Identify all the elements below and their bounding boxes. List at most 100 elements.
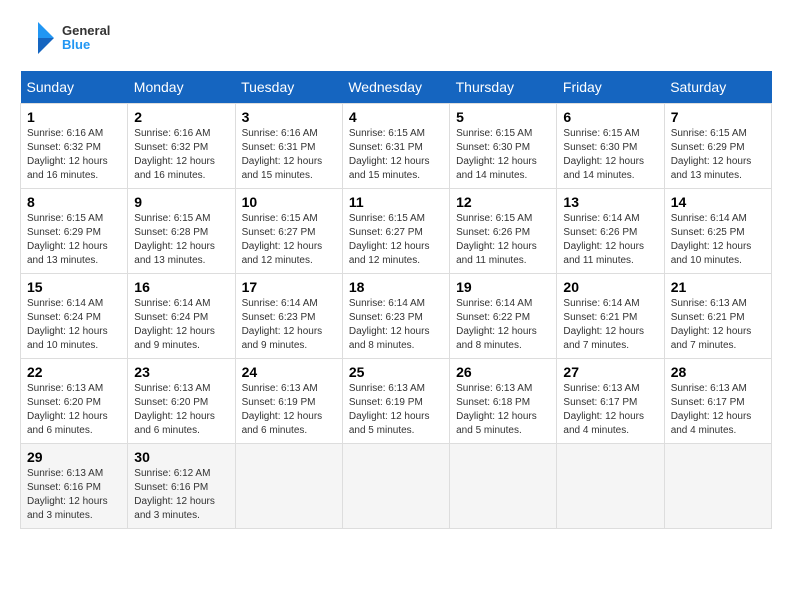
calendar-cell: 11Sunrise: 6:15 AMSunset: 6:27 PMDayligh… — [342, 189, 449, 274]
cell-info: Sunrise: 6:13 AMSunset: 6:16 PMDaylight:… — [27, 467, 121, 523]
calendar-cell: 5 Sunrise: 6:15 AMSunset: 6:30 PMDaylight… — [450, 104, 557, 189]
cell-info: Sunrise: 6:13 AMSunset: 6:18 PMDaylight:… — [456, 382, 550, 438]
logo-svg — [20, 20, 56, 56]
calendar-table: SundayMondayTuesdayWednesdayThursdayFrid… — [20, 71, 772, 529]
day-number: 15 — [27, 279, 121, 295]
calendar-cell: 16 Sunrise: 6:14 AMSunset: 6:24 PMDayligh… — [128, 274, 235, 359]
week-row-2: 8Sunrise: 6:15 AMSunset: 6:29 PMDaylight… — [21, 189, 772, 274]
day-number: 28 — [671, 364, 765, 380]
day-number: 5 — [456, 109, 550, 125]
calendar-cell: 27 Sunrise: 6:13 AMSunset: 6:17 PMDayligh… — [557, 359, 664, 444]
calendar-cell: 22 Sunrise: 6:13 AMSunset: 6:20 PMDayligh… — [21, 359, 128, 444]
header-row: SundayMondayTuesdayWednesdayThursdayFrid… — [21, 71, 772, 104]
day-number: 13 — [563, 194, 657, 210]
day-number: 4 — [349, 109, 443, 125]
header-saturday: Saturday — [664, 71, 771, 104]
cell-info: Sunrise: 6:15 AMSunset: 6:29 PMDaylight:… — [27, 212, 121, 268]
cell-info: Sunrise: 6:14 AMSunset: 6:24 PMDaylight:… — [27, 297, 121, 353]
cell-info: Sunrise: 6:14 AMSunset: 6:26 PMDaylight:… — [563, 212, 657, 268]
logo-blue: Blue — [62, 38, 110, 52]
cell-info: Sunrise: 6:15 AMSunset: 6:30 PMDaylight:… — [563, 127, 657, 183]
cell-info: Sunrise: 6:14 AMSunset: 6:23 PMDaylight:… — [242, 297, 336, 353]
calendar-cell: 24Sunrise: 6:13 AMSunset: 6:19 PMDayligh… — [235, 359, 342, 444]
calendar-cell: 2 Sunrise: 6:16 AMSunset: 6:32 PMDaylight… — [128, 104, 235, 189]
cell-info: Sunrise: 6:14 AMSunset: 6:24 PMDaylight:… — [134, 297, 228, 353]
calendar-cell: 25 Sunrise: 6:13 AMSunset: 6:19 PMDayligh… — [342, 359, 449, 444]
cell-info: Sunrise: 6:12 AMSunset: 6:16 PMDaylight:… — [134, 467, 228, 523]
day-number: 9 — [134, 194, 228, 210]
cell-info: Sunrise: 6:15 AMSunset: 6:26 PMDaylight:… — [456, 212, 550, 268]
cell-info: Sunrise: 6:15 AMSunset: 6:28 PMDaylight:… — [134, 212, 228, 268]
calendar-cell: 3 Sunrise: 6:16 AMSunset: 6:31 PMDaylight… — [235, 104, 342, 189]
cell-info: Sunrise: 6:13 AMSunset: 6:19 PMDaylight:… — [349, 382, 443, 438]
cell-info: Sunrise: 6:14 AMSunset: 6:21 PMDaylight:… — [563, 297, 657, 353]
header-friday: Friday — [557, 71, 664, 104]
day-number: 20 — [563, 279, 657, 295]
calendar-cell: 26 Sunrise: 6:13 AMSunset: 6:18 PMDayligh… — [450, 359, 557, 444]
day-number: 26 — [456, 364, 550, 380]
cell-info: Sunrise: 6:16 AMSunset: 6:32 PMDaylight:… — [27, 127, 121, 183]
day-number: 14 — [671, 194, 765, 210]
day-number: 17 — [242, 279, 336, 295]
calendar-cell — [557, 444, 664, 529]
header-sunday: Sunday — [21, 71, 128, 104]
calendar-cell: 14 Sunrise: 6:14 AMSunset: 6:25 PMDayligh… — [664, 189, 771, 274]
day-number: 27 — [563, 364, 657, 380]
day-number: 16 — [134, 279, 228, 295]
header-wednesday: Wednesday — [342, 71, 449, 104]
calendar-cell: 7 Sunrise: 6:15 AMSunset: 6:29 PMDaylight… — [664, 104, 771, 189]
cell-info: Sunrise: 6:13 AMSunset: 6:21 PMDaylight:… — [671, 297, 765, 353]
calendar-cell — [664, 444, 771, 529]
cell-info: Sunrise: 6:15 AMSunset: 6:30 PMDaylight:… — [456, 127, 550, 183]
day-number: 29 — [27, 449, 121, 465]
cell-info: Sunrise: 6:16 AMSunset: 6:32 PMDaylight:… — [134, 127, 228, 183]
calendar-cell: 29 Sunrise: 6:13 AMSunset: 6:16 PMDayligh… — [21, 444, 128, 529]
day-number: 18 — [349, 279, 443, 295]
cell-info: Sunrise: 6:13 AMSunset: 6:20 PMDaylight:… — [134, 382, 228, 438]
calendar-cell: 9 Sunrise: 6:15 AMSunset: 6:28 PMDaylight… — [128, 189, 235, 274]
cell-info: Sunrise: 6:15 AMSunset: 6:27 PMDaylight:… — [349, 212, 443, 268]
header-tuesday: Tuesday — [235, 71, 342, 104]
cell-info: Sunrise: 6:14 AMSunset: 6:22 PMDaylight:… — [456, 297, 550, 353]
day-number: 12 — [456, 194, 550, 210]
day-number: 25 — [349, 364, 443, 380]
cell-info: Sunrise: 6:13 AMSunset: 6:17 PMDaylight:… — [563, 382, 657, 438]
cell-info: Sunrise: 6:15 AMSunset: 6:29 PMDaylight:… — [671, 127, 765, 183]
calendar-cell: 18Sunrise: 6:14 AMSunset: 6:23 PMDayligh… — [342, 274, 449, 359]
cell-info: Sunrise: 6:13 AMSunset: 6:20 PMDaylight:… — [27, 382, 121, 438]
calendar-cell — [450, 444, 557, 529]
calendar-cell: 30 Sunrise: 6:12 AMSunset: 6:16 PMDayligh… — [128, 444, 235, 529]
calendar-cell: 8Sunrise: 6:15 AMSunset: 6:29 PMDaylight… — [21, 189, 128, 274]
calendar-cell: 12 Sunrise: 6:15 AMSunset: 6:26 PMDayligh… — [450, 189, 557, 274]
day-number: 6 — [563, 109, 657, 125]
week-row-1: 1Sunrise: 6:16 AMSunset: 6:32 PMDaylight… — [21, 104, 772, 189]
calendar-cell: 6 Sunrise: 6:15 AMSunset: 6:30 PMDaylight… — [557, 104, 664, 189]
calendar-cell: 21 Sunrise: 6:13 AMSunset: 6:21 PMDayligh… — [664, 274, 771, 359]
calendar-body: 1Sunrise: 6:16 AMSunset: 6:32 PMDaylight… — [21, 104, 772, 529]
day-number: 7 — [671, 109, 765, 125]
cell-info: Sunrise: 6:13 AMSunset: 6:19 PMDaylight:… — [242, 382, 336, 438]
day-number: 19 — [456, 279, 550, 295]
day-number: 3 — [242, 109, 336, 125]
day-number: 22 — [27, 364, 121, 380]
week-row-4: 22 Sunrise: 6:13 AMSunset: 6:20 PMDayligh… — [21, 359, 772, 444]
day-number: 10 — [242, 194, 336, 210]
day-number: 2 — [134, 109, 228, 125]
day-number: 21 — [671, 279, 765, 295]
cell-info: Sunrise: 6:15 AMSunset: 6:31 PMDaylight:… — [349, 127, 443, 183]
cell-info: Sunrise: 6:16 AMSunset: 6:31 PMDaylight:… — [242, 127, 336, 183]
calendar-cell — [235, 444, 342, 529]
calendar-cell — [342, 444, 449, 529]
cell-info: Sunrise: 6:15 AMSunset: 6:27 PMDaylight:… — [242, 212, 336, 268]
cell-info: Sunrise: 6:13 AMSunset: 6:17 PMDaylight:… — [671, 382, 765, 438]
calendar-cell: 19 Sunrise: 6:14 AMSunset: 6:22 PMDayligh… — [450, 274, 557, 359]
day-number: 30 — [134, 449, 228, 465]
cell-info: Sunrise: 6:14 AMSunset: 6:25 PMDaylight:… — [671, 212, 765, 268]
logo: GeneralBlue — [20, 20, 110, 56]
calendar-cell: 17 Sunrise: 6:14 AMSunset: 6:23 PMDayligh… — [235, 274, 342, 359]
calendar-cell: 1Sunrise: 6:16 AMSunset: 6:32 PMDaylight… — [21, 104, 128, 189]
calendar-cell: 10 Sunrise: 6:15 AMSunset: 6:27 PMDayligh… — [235, 189, 342, 274]
week-row-5: 29 Sunrise: 6:13 AMSunset: 6:16 PMDayligh… — [21, 444, 772, 529]
calendar-cell: 28 Sunrise: 6:13 AMSunset: 6:17 PMDayligh… — [664, 359, 771, 444]
week-row-3: 15 Sunrise: 6:14 AMSunset: 6:24 PMDayligh… — [21, 274, 772, 359]
